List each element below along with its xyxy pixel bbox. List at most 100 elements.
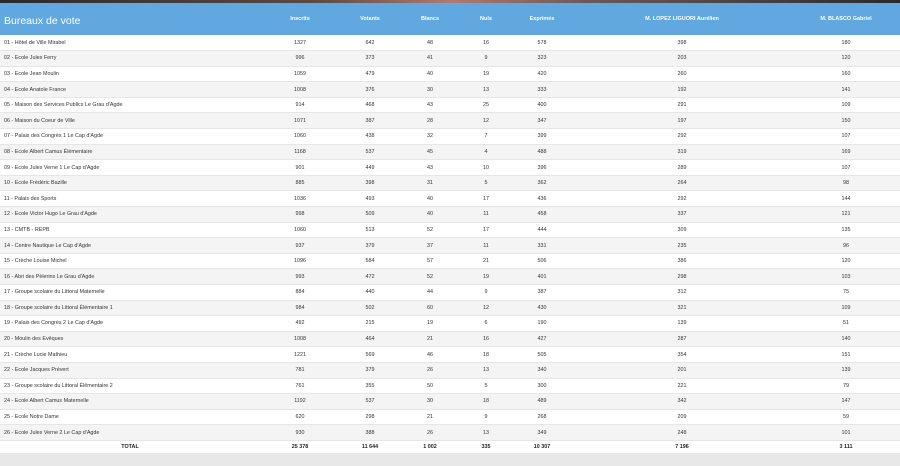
table-cell: 17: [460, 222, 512, 239]
table-cell: 37: [400, 237, 460, 254]
table-cell: 40: [400, 190, 460, 208]
table-cell: 103: [792, 268, 900, 285]
table-cell: 1008: [260, 331, 340, 348]
table-cell: 120: [792, 50, 900, 67]
table-cell: 386: [572, 253, 792, 270]
table-row: 04 - Ecole Anatole France 1008 376 30 13 333 1…: [0, 81, 900, 98]
table-row: 11 - Palais des Sports 1036 493 40 17 436 292 1…: [0, 190, 900, 208]
table-cell: 21: [460, 253, 512, 270]
table-cell: 169: [792, 144, 900, 161]
table-cell: 13: [460, 424, 512, 441]
table-cell: 139: [792, 362, 900, 379]
table-cell: 6: [460, 315, 512, 332]
table-cell: 387: [512, 284, 572, 301]
column-header-inscrits[interactable]: Inscrits: [260, 3, 340, 35]
polling-station-name: 25 - Ecole Notre Dame: [0, 409, 260, 426]
column-header-blancs[interactable]: Blancs: [400, 3, 460, 35]
polling-station-name: 08 - Ecole Albert Camus Élémentaire: [0, 144, 260, 161]
table-row: 19 - Palais des Congrès 2 Le Cap d'Agde 4…: [0, 315, 900, 332]
table-cell: 147: [792, 393, 900, 410]
table-cell: 398: [340, 175, 400, 192]
table-cell: 26: [400, 362, 460, 379]
table-cell: 578: [512, 35, 572, 52]
table-cell: 289: [572, 159, 792, 176]
table-cell: 140: [792, 331, 900, 348]
table-cell: 209: [572, 409, 792, 426]
table-row: 13 - CMTB - REPB 1060 513 52 17 444 309 135: [0, 222, 900, 239]
table-cell: 11: [460, 237, 512, 254]
total-label: TOTAL: [0, 439, 260, 454]
table-cell: 16: [460, 331, 512, 348]
table-cell: 190: [512, 315, 572, 332]
table-cell: 337: [572, 206, 792, 223]
table-cell: 31: [400, 175, 460, 192]
table-cell: 19: [460, 268, 512, 285]
polling-station-name: 12 - Ecole Victor Hugo Le Grau d'Agde: [0, 206, 260, 223]
table-cell: 1008: [260, 81, 340, 98]
table-cell: 197: [572, 112, 792, 130]
table-cell: 21: [400, 409, 460, 426]
table-cell: 57: [400, 253, 460, 270]
table-cell: 620: [260, 409, 340, 426]
table-cell: 192: [572, 81, 792, 98]
table-cell: 44: [400, 284, 460, 301]
table-cell: 9: [460, 284, 512, 301]
table-cell: 101: [792, 424, 900, 441]
table-cell: 180: [792, 35, 900, 52]
total-value: 7 196: [572, 439, 792, 454]
table-cell: 32: [400, 128, 460, 145]
table-cell: 26: [400, 424, 460, 441]
table-cell: 52: [400, 268, 460, 285]
table-cell: 438: [340, 128, 400, 145]
polling-station-name: 04 - Ecole Anatole France: [0, 81, 260, 98]
table-cell: 51: [792, 315, 900, 332]
column-header-exprimes[interactable]: Exprimés: [512, 3, 572, 35]
table-cell: 398: [572, 35, 792, 52]
table-cell: 109: [792, 97, 900, 114]
table-cell: 1327: [260, 35, 340, 52]
table-cell: 492: [260, 315, 340, 332]
table-cell: 998: [260, 206, 340, 223]
table-cell: 291: [572, 97, 792, 114]
table-cell: 221: [572, 378, 792, 395]
table-cell: 331: [512, 237, 572, 254]
table-body: 01 - Hôtel de Ville Mirabel 1327 642 48 16 57…: [0, 35, 900, 441]
column-header-lopez-liguori[interactable]: M. LOPEZ LIGUORI Aurélien: [572, 3, 792, 35]
table-row: 21 - Crèche Lucie Mathieu 1221 569 46 18 505 3…: [0, 346, 900, 363]
table-row: 17 - Groupe scolaire du Littoral Materne…: [0, 284, 900, 301]
polling-station-name: 06 - Maison du Coeur de Ville: [0, 112, 260, 130]
polling-station-name: 05 - Maison des Services Publics Le Grau…: [0, 97, 260, 114]
table-cell: 427: [512, 331, 572, 348]
table-cell: 264: [572, 175, 792, 192]
polling-station-name: 23 - Groupe scolaire du Littoral Élément…: [0, 378, 260, 395]
table-cell: 993: [260, 268, 340, 285]
table-cell: 298: [340, 409, 400, 426]
table-cell: 9: [460, 409, 512, 426]
table-cell: 930: [260, 424, 340, 441]
polling-station-name: 01 - Hôtel de Ville Mirabel: [0, 35, 260, 52]
table-cell: 444: [512, 222, 572, 239]
total-value: 1 002: [400, 439, 460, 454]
table-cell: 1221: [260, 346, 340, 363]
table-cell: 201: [572, 362, 792, 379]
column-header-blasco[interactable]: M. BLASCO Gabriel: [792, 3, 900, 35]
table-cell: 50: [400, 378, 460, 395]
column-header-votants[interactable]: Votants: [340, 3, 400, 35]
table-cell: 203: [572, 50, 792, 67]
table-cell: 41: [400, 50, 460, 67]
table-cell: 914: [260, 97, 340, 114]
table-cell: 537: [340, 393, 400, 410]
table-row: 14 - Centre Nautique Le Cap d'Agde 937 379…: [0, 237, 900, 254]
column-header-nuls[interactable]: Nuls: [460, 3, 512, 35]
table-cell: 9: [460, 50, 512, 67]
table-cell: 45: [400, 144, 460, 161]
table-cell: 13: [460, 81, 512, 98]
total-value: 10 307: [512, 439, 572, 454]
table-cell: 509: [340, 206, 400, 223]
table-cell: 12: [460, 300, 512, 317]
table-header-row: Bureaux de vote Inscrits Votants Blancs …: [0, 3, 900, 35]
table-cell: 98: [792, 175, 900, 192]
table-row: 26 - Ecole Jules Verne 2 Le Cap d'Agde 93…: [0, 424, 900, 441]
table-cell: 96: [792, 237, 900, 254]
table-cell: 75: [792, 284, 900, 301]
